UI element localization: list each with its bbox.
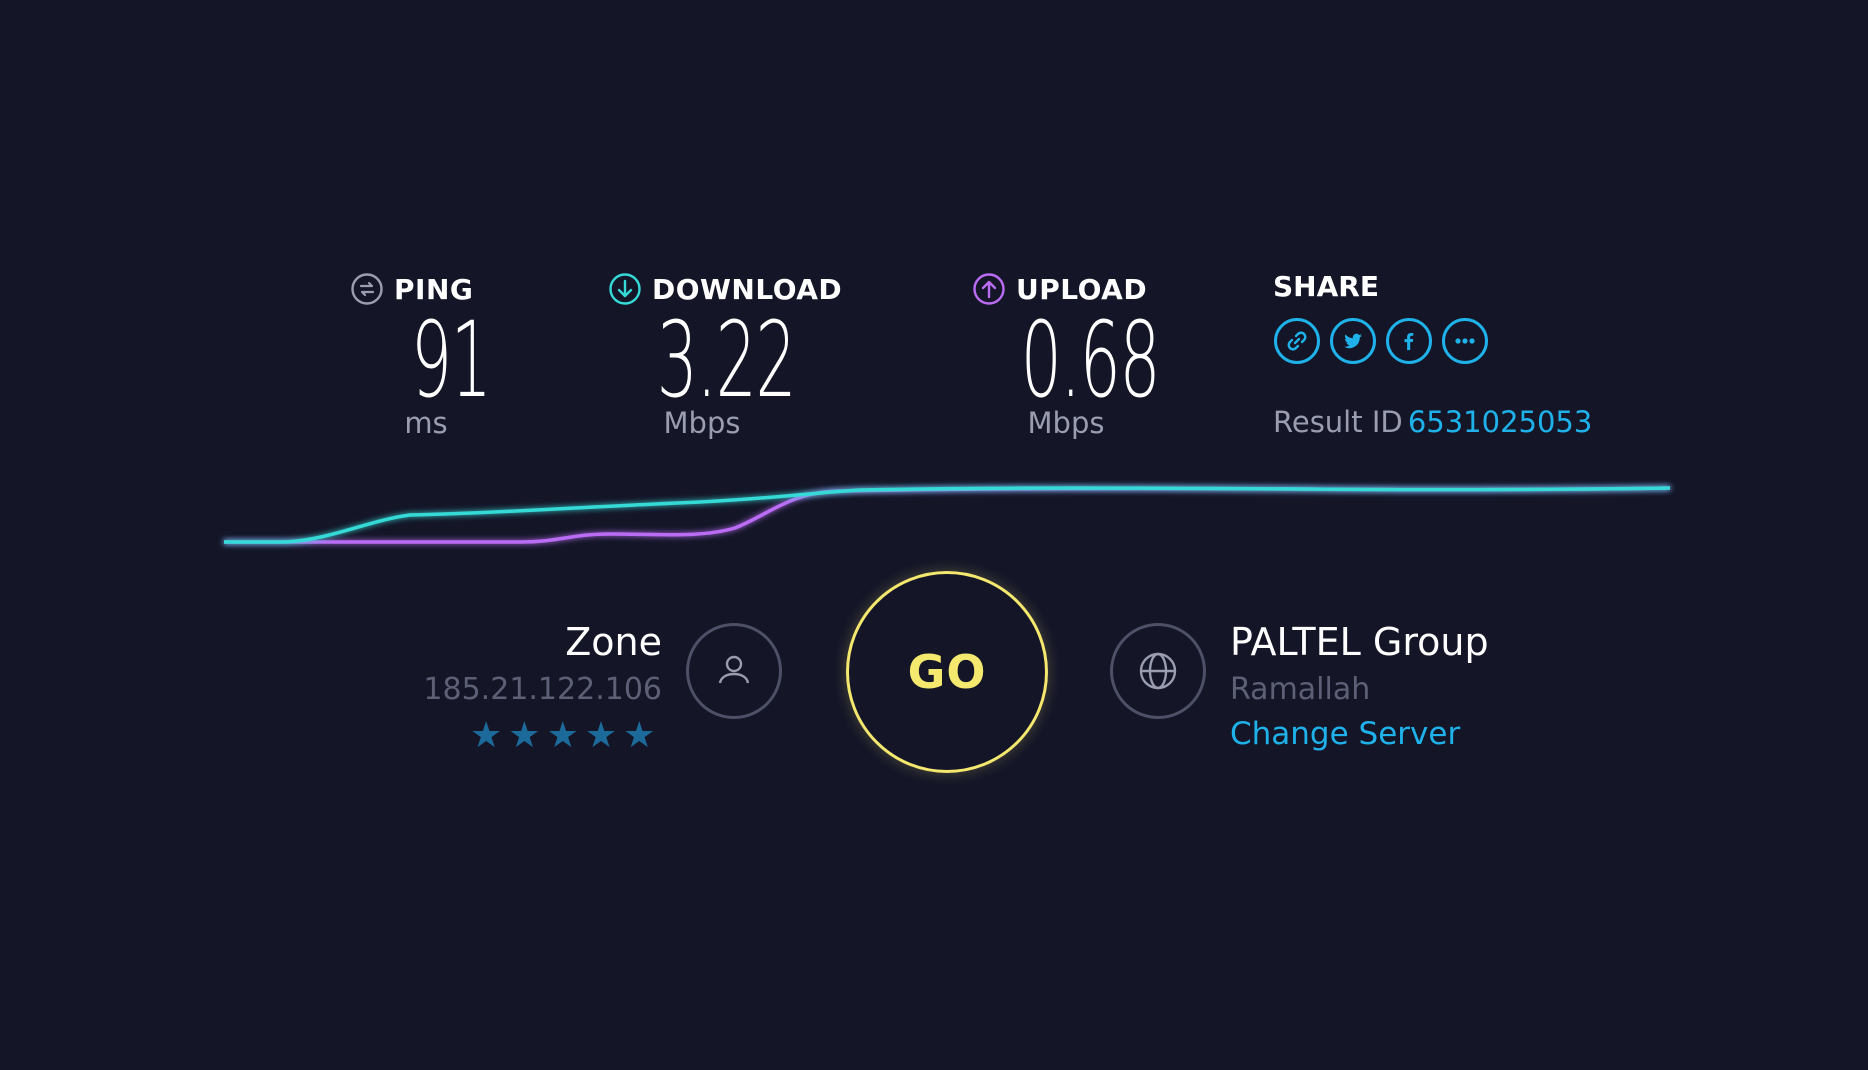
server-location: Ramallah	[1230, 672, 1371, 707]
ping-unit: ms	[404, 406, 448, 440]
client-avatar	[686, 623, 782, 719]
globe-icon	[1135, 648, 1181, 694]
rating-star: ★	[623, 715, 656, 756]
rating-star: ★	[584, 715, 618, 756]
facebook-icon	[1396, 328, 1422, 354]
rating-star: ★	[508, 715, 541, 756]
upload-arrow-icon	[972, 272, 1006, 306]
share-label: SHARE	[1273, 270, 1379, 303]
result-id-label: Result ID	[1273, 405, 1403, 439]
twitter-icon	[1340, 328, 1366, 354]
download-graph-line	[224, 486, 1671, 544]
rating-star: ★	[470, 715, 503, 756]
share-buttons	[1274, 318, 1488, 364]
result-id-row: Result ID 6531025053	[1273, 405, 1592, 439]
link-icon	[1284, 328, 1310, 354]
ping-icon	[350, 272, 384, 306]
ping-value: 91	[411, 299, 492, 421]
server-globe	[1110, 623, 1206, 719]
user-icon	[711, 648, 757, 694]
upload-value: 0.68	[1020, 299, 1161, 421]
share-facebook-button[interactable]	[1386, 318, 1432, 364]
rating-star: ★	[546, 715, 579, 756]
download-value: 3.22	[656, 299, 797, 421]
client-rating: ★ ★ ★ ★ ★	[470, 718, 655, 754]
go-button[interactable]: GO	[846, 571, 1048, 773]
upload-unit: Mbps	[1027, 406, 1105, 440]
result-id-link[interactable]: 6531025053	[1408, 405, 1593, 439]
server-name: PALTEL Group	[1230, 620, 1489, 664]
share-more-button[interactable]	[1442, 318, 1488, 364]
download-unit: Mbps	[663, 406, 741, 440]
change-server-link[interactable]: Change Server	[1230, 716, 1460, 752]
download-arrow-icon	[608, 272, 642, 306]
go-label: GO	[907, 645, 987, 699]
client-name: Zone	[565, 620, 662, 664]
share-twitter-button[interactable]	[1330, 318, 1376, 364]
share-link-button[interactable]	[1274, 318, 1320, 364]
speed-graph	[224, 486, 1671, 544]
client-ip: 185.21.122.106	[423, 672, 662, 707]
more-icon	[1452, 328, 1478, 354]
